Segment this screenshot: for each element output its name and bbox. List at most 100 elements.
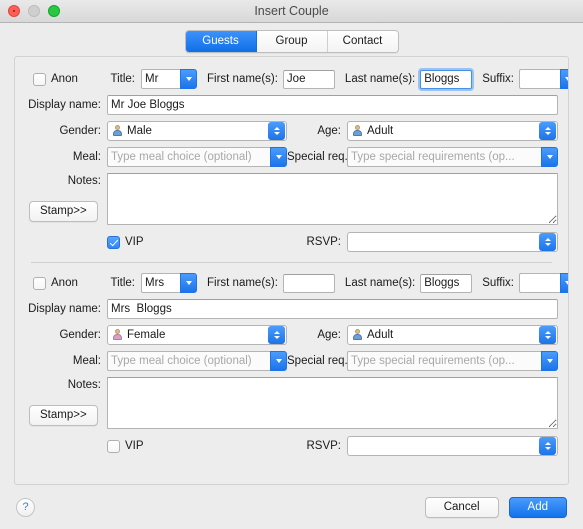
- special-req-label-2: Special req.:: [287, 355, 351, 367]
- display-name-label-2: Display name:: [28, 303, 101, 315]
- stamp-button-1[interactable]: Stamp>>: [29, 201, 98, 222]
- gender-stepper-chevrons-icon-2[interactable]: [268, 326, 285, 344]
- title-combo-1[interactable]: Mr: [141, 69, 197, 89]
- gender-popup-1[interactable]: Male: [107, 121, 287, 141]
- stamp-button-holder-1: Stamp>>: [25, 201, 101, 222]
- suffix-label-1: Suffix:: [482, 73, 514, 85]
- guests-panel: Anon Title: Mr First name(s): Last name(…: [14, 56, 569, 485]
- title-value-1[interactable]: Mr: [141, 69, 180, 89]
- meal-chevron-down-icon-2[interactable]: [270, 351, 287, 371]
- rsvp-popup-2[interactable]: [347, 436, 558, 456]
- title-chevron-down-icon-1[interactable]: [180, 69, 197, 89]
- special-req-placeholder-1[interactable]: Type special requirements (op...: [347, 147, 541, 167]
- tab-group[interactable]: Group: [256, 31, 328, 52]
- gender-value-wrap-1: Male: [108, 125, 268, 137]
- suffix-chevron-down-icon-1[interactable]: [559, 69, 568, 89]
- anon-checkbox-2[interactable]: Anon: [25, 276, 101, 290]
- title-chevron-down-icon-2[interactable]: [180, 273, 197, 293]
- dialog-footer: ? Cancel Add: [0, 485, 583, 529]
- help-button[interactable]: ?: [16, 497, 35, 517]
- meal-chevron-down-icon-1[interactable]: [270, 147, 287, 167]
- title-value-2[interactable]: Mrs: [141, 273, 180, 293]
- meal-combo-2[interactable]: Type meal choice (optional): [107, 351, 287, 371]
- special-req-placeholder-2[interactable]: Type special requirements (op...: [347, 351, 541, 371]
- suffix-chevron-down-icon-2[interactable]: [559, 273, 568, 293]
- rsvp-stepper-chevrons-icon-2[interactable]: [539, 437, 556, 455]
- notes-textarea-2[interactable]: [107, 377, 558, 429]
- minimize-button-icon[interactable]: [28, 5, 40, 17]
- last-names-input-1[interactable]: [420, 69, 473, 89]
- meal-combo-1[interactable]: Type meal choice (optional): [107, 147, 287, 167]
- title-label-1: Title:: [110, 73, 136, 85]
- person-male-icon-1: [112, 125, 123, 137]
- first-names-label-2: First name(s):: [207, 277, 278, 289]
- first-names-input-2[interactable]: [282, 273, 335, 293]
- close-button-icon[interactable]: [8, 5, 20, 17]
- person-female-icon-2: [112, 329, 123, 341]
- special-req-chevron-down-icon-1[interactable]: [541, 147, 558, 167]
- cancel-button[interactable]: Cancel: [424, 496, 499, 518]
- footer-button-group: Cancel Add: [424, 496, 567, 518]
- display-name-input-2[interactable]: [107, 299, 558, 319]
- age-value-1: Adult: [367, 125, 394, 137]
- vip-label-1: VIP: [125, 236, 144, 248]
- display-name-row-2: Display name:: [25, 299, 558, 319]
- suffix-value-1[interactable]: [518, 69, 560, 89]
- anon-checkbox-box-1[interactable]: [33, 72, 46, 86]
- title-combo-2[interactable]: Mrs: [141, 273, 197, 293]
- gender-popup-2[interactable]: Female: [107, 325, 287, 345]
- meal-placeholder-1[interactable]: Type meal choice (optional): [107, 147, 270, 167]
- meal-special-row-2: Meal: Type meal choice (optional) Specia…: [25, 351, 558, 371]
- last-names-label-1: Last name(s):: [344, 73, 416, 85]
- first-names-input-1[interactable]: [282, 69, 335, 89]
- display-name-input-1[interactable]: [107, 95, 558, 115]
- special-req-combo-1[interactable]: Type special requirements (op...: [347, 147, 558, 167]
- age-stepper-chevrons-icon-2[interactable]: [539, 326, 556, 344]
- meal-placeholder-2[interactable]: Type meal choice (optional): [107, 351, 270, 371]
- maximize-button-icon[interactable]: [48, 5, 60, 17]
- special-req-chevron-down-icon-2[interactable]: [541, 351, 558, 371]
- add-button[interactable]: Add: [508, 496, 567, 518]
- suffix-combo-2[interactable]: [518, 273, 568, 293]
- anon-checkbox-box-2[interactable]: [33, 276, 46, 290]
- notes-textarea-1[interactable]: [107, 173, 558, 225]
- vip-checkbox-1[interactable]: VIP: [107, 235, 287, 249]
- vip-checkbox-2[interactable]: VIP: [107, 439, 287, 453]
- age-popup-2[interactable]: Adult: [347, 325, 558, 345]
- tab-guests[interactable]: Guests: [185, 31, 257, 52]
- window-title: Insert Couple: [254, 4, 329, 18]
- meal-label-2: Meal:: [72, 355, 101, 367]
- age-stepper-chevrons-icon-1[interactable]: [539, 122, 556, 140]
- vip-checkbox-box-2[interactable]: [107, 439, 120, 453]
- insert-couple-dialog: Insert Couple Guests Group Contact Anon …: [0, 0, 583, 529]
- special-req-combo-2[interactable]: Type special requirements (op...: [347, 351, 558, 371]
- tab-bar: Guests Group Contact: [0, 23, 583, 56]
- meal-special-row-1: Meal: Type meal choice (optional) Specia…: [25, 147, 558, 167]
- notes-row-1: Notes: Stamp>>: [25, 173, 558, 225]
- rsvp-popup-1[interactable]: [347, 232, 558, 252]
- gender-stepper-chevrons-icon-1[interactable]: [268, 122, 285, 140]
- last-names-input-2[interactable]: [420, 273, 473, 293]
- age-popup-1[interactable]: Adult: [347, 121, 558, 141]
- age-value-2: Adult: [367, 329, 394, 341]
- anon-checkbox-1[interactable]: Anon: [25, 72, 101, 86]
- age-label-1: Age:: [317, 125, 341, 137]
- notes-row-2: Notes: Stamp>>: [25, 377, 558, 429]
- gender-value-wrap-2: Female: [108, 329, 268, 341]
- vip-checkbox-box-1[interactable]: [107, 235, 120, 249]
- anon-label-1: Anon: [51, 73, 78, 85]
- gender-value-2: Female: [127, 329, 166, 341]
- display-name-row-1: Display name:: [25, 95, 558, 115]
- gender-age-row-2: Gender: Female Age: Adult: [25, 325, 558, 345]
- person-adult-icon-2: [352, 329, 363, 341]
- suffix-combo-1[interactable]: [518, 69, 568, 89]
- name-row-1: Anon Title: Mr First name(s): Last name(…: [25, 69, 568, 89]
- gender-value-1: Male: [127, 125, 152, 137]
- display-name-label-1: Display name:: [28, 99, 101, 111]
- rsvp-label-1: RSVP:: [306, 236, 341, 248]
- suffix-value-2[interactable]: [518, 273, 560, 293]
- stamp-button-2[interactable]: Stamp>>: [29, 405, 98, 426]
- rsvp-stepper-chevrons-icon-1[interactable]: [539, 233, 556, 251]
- vip-label-2: VIP: [125, 440, 144, 452]
- tab-contact[interactable]: Contact: [327, 31, 398, 52]
